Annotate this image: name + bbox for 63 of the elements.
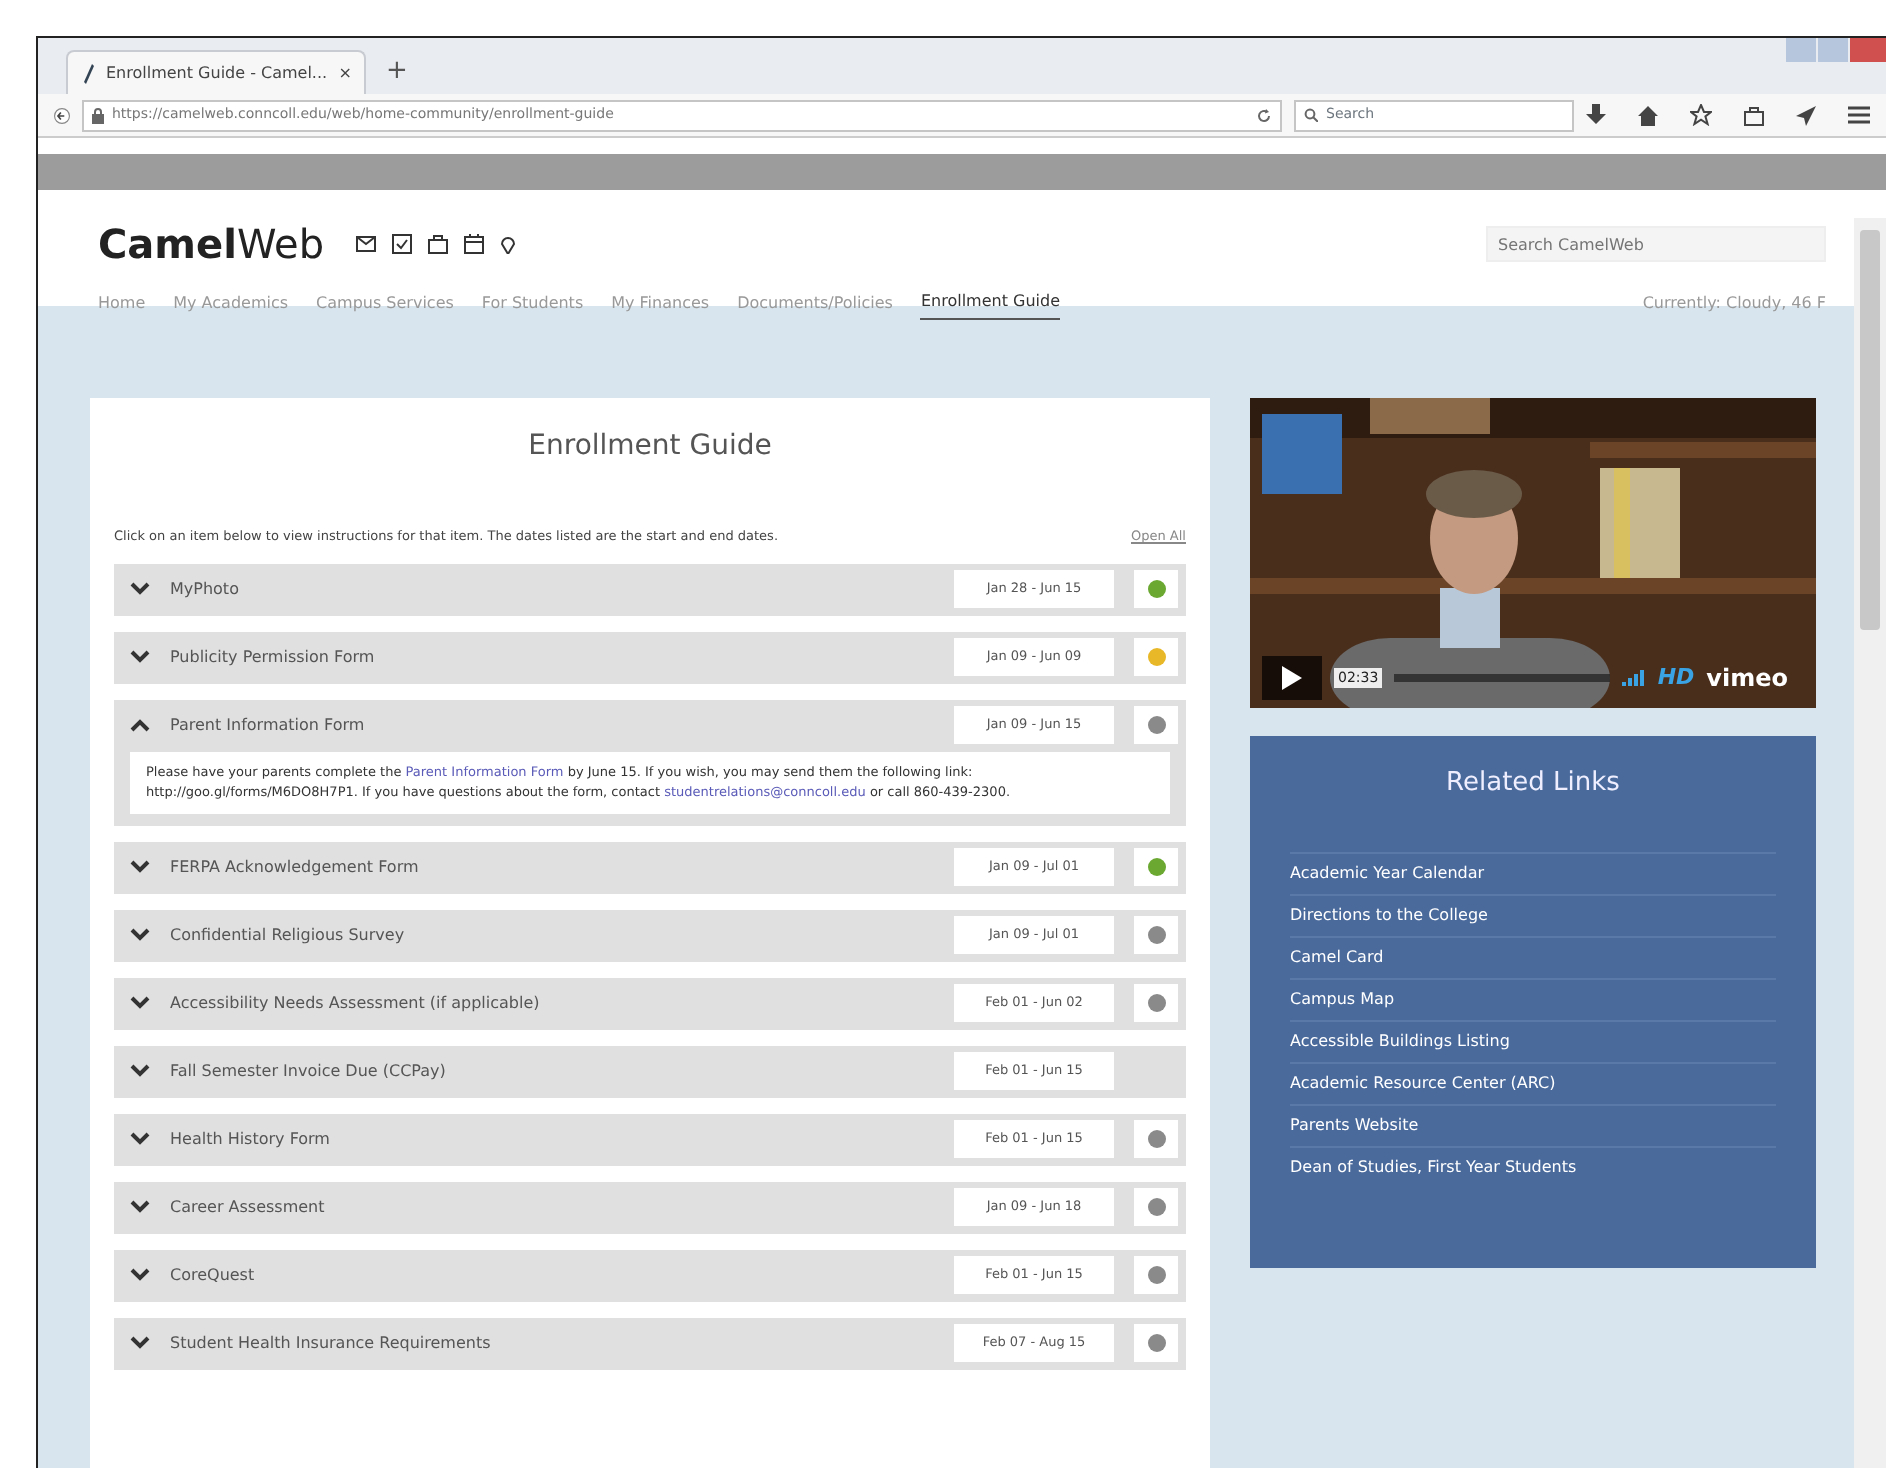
lock-icon [92, 107, 104, 123]
search-icon [1304, 108, 1318, 122]
item-title: Student Health Insurance Requirements [170, 1331, 493, 1356]
chevron-down-icon[interactable] [130, 860, 150, 875]
related-link[interactable]: Academic Year Calendar [1290, 851, 1776, 893]
item-title: Publicity Permission Form [170, 645, 377, 670]
site-logo[interactable]: CamelWeb [98, 214, 325, 274]
item-title: Fall Semester Invoice Due (CCPay) [170, 1059, 448, 1084]
related-link[interactable]: Academic Resource Center (ARC) [1290, 1061, 1776, 1103]
chevron-down-icon[interactable] [130, 1268, 150, 1283]
close-tab-button[interactable]: × [338, 61, 352, 85]
chevron-up-icon[interactable] [130, 718, 150, 733]
window-controls-icon[interactable] [1786, 38, 1886, 62]
chevron-down-icon[interactable] [130, 996, 150, 1011]
search-field[interactable]: Search CamelWeb [1486, 226, 1826, 262]
related-link[interactable]: Campus Map [1290, 977, 1776, 1019]
progress-track[interactable] [1394, 674, 1610, 682]
panel-title: Related Links [1444, 766, 1622, 802]
home-icon[interactable] [1638, 105, 1658, 125]
download-icon[interactable] [1586, 104, 1606, 126]
menu-icon[interactable] [1848, 106, 1870, 124]
related-link[interactable]: Camel Card [1290, 935, 1776, 977]
reload-icon[interactable] [1256, 107, 1272, 123]
check-icon[interactable] [392, 234, 413, 254]
scrollbar[interactable] [1854, 218, 1886, 1468]
item-title: Parent Information Form [170, 713, 367, 738]
chevron-down-icon[interactable] [130, 582, 150, 597]
chevron-down-icon[interactable] [130, 1200, 150, 1215]
hd-toggle[interactable]: HD [1657, 661, 1695, 695]
chevron-down-icon[interactable] [130, 1336, 150, 1351]
item-title: FERPA Acknowledgement Form [170, 855, 421, 880]
feather-icon [80, 63, 96, 83]
item-title: Confidential Religious Survey [170, 923, 407, 948]
related-link[interactable]: Directions to the College [1290, 893, 1776, 935]
page-title: Enrollment Guide [526, 428, 774, 466]
item-title: MyPhoto [170, 577, 241, 602]
related-link[interactable]: Dean of Studies, First Year Students [1290, 1145, 1776, 1187]
chevron-down-icon[interactable] [130, 1064, 150, 1079]
accordion-item[interactable] [114, 699, 1186, 826]
item-title: Accessibility Needs Assessment (if applicable) [170, 991, 542, 1016]
bookmarks-icon[interactable] [1744, 105, 1764, 125]
tab-title: Enrollment Guide - Camel... [106, 61, 329, 85]
item-title: CoreQuest [170, 1263, 257, 1288]
video-brand[interactable]: vimeo [1706, 660, 1788, 696]
calendar-icon[interactable] [464, 234, 485, 254]
star-icon[interactable] [1690, 104, 1712, 126]
item-title: Career Assessment [170, 1195, 327, 1220]
play-icon [1282, 666, 1302, 690]
mail-icon[interactable] [356, 234, 377, 254]
send-icon[interactable] [1796, 105, 1816, 125]
new-tab-button[interactable]: + [378, 50, 416, 94]
volume-icon[interactable] [1621, 670, 1646, 686]
play-button[interactable] [1262, 656, 1322, 700]
bag-icon[interactable] [428, 234, 449, 254]
related-link[interactable]: Parents Website [1290, 1103, 1776, 1145]
item-title: Health History Form [170, 1127, 332, 1152]
chevron-down-icon[interactable] [130, 1132, 150, 1147]
chevron-down-icon[interactable] [130, 650, 150, 665]
related-link[interactable]: Accessible Buildings Listing [1290, 1019, 1776, 1061]
map-pin-icon[interactable] [500, 234, 517, 254]
browser-tab[interactable]: Enrollment Guide - Camel... × [66, 50, 366, 94]
chevron-down-icon[interactable] [130, 928, 150, 943]
weather-text: Currently: Cloudy, 46 F [1642, 291, 1826, 316]
